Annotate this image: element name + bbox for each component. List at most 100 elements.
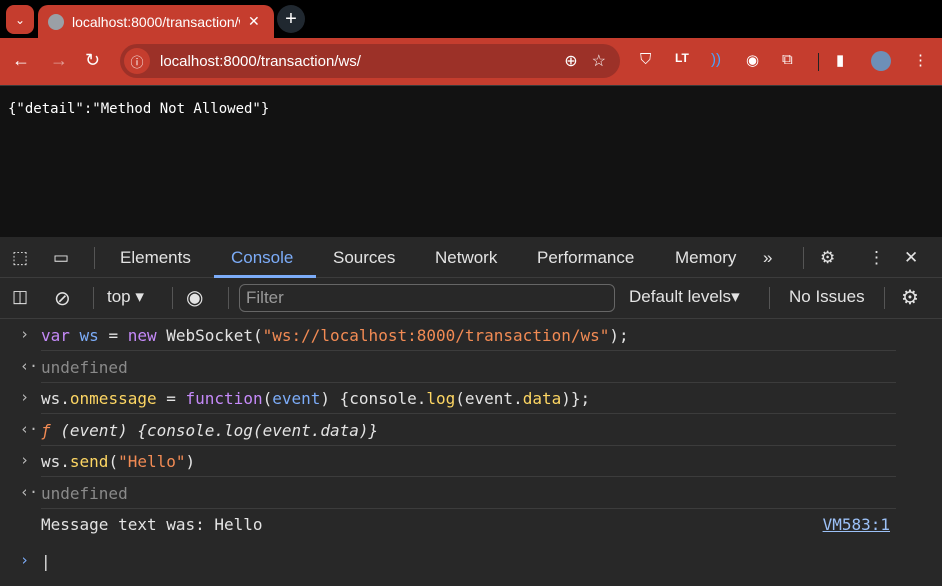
code-token: WebSocket(	[156, 326, 263, 345]
page-content: {"detail":"Method Not Allowed"}	[0, 87, 942, 237]
context-label: top	[107, 287, 131, 306]
code-token: var	[41, 326, 70, 345]
address-bar[interactable]: ⓘ localhost:8000/transaction/ws/ ⊕ ☆	[120, 44, 620, 78]
prompt-chevron-icon: ›	[20, 551, 30, 569]
live-expression-eye-icon[interactable]: ◉	[186, 285, 203, 310]
device-toolbar-icon[interactable]: ▭	[53, 248, 69, 268]
extensions-puzzle-icon[interactable]: ⧉	[782, 51, 793, 68]
tab-sources[interactable]: Sources	[333, 248, 395, 268]
input-chevron-icon: ›	[20, 388, 30, 406]
console-settings-gear-icon[interactable]: ⚙	[901, 285, 919, 310]
code-token: (event) {console.log(event.data)}	[50, 420, 379, 440]
more-options-icon[interactable]: ⋮	[868, 248, 885, 268]
tab-title: localhost:8000/transaction/ws/	[72, 13, 240, 30]
code-token: event	[272, 389, 321, 408]
inspect-element-icon[interactable]: ⬚	[12, 248, 28, 268]
result-arrow-icon: ‹·	[20, 356, 39, 375]
code-token: log	[426, 389, 456, 408]
console-text: var ws = new WebSocket("ws://localhost:8…	[41, 326, 629, 345]
console-result-row: ‹· undefined	[0, 478, 896, 509]
console-text: ws.send("Hello")	[41, 452, 195, 471]
code-token: undefined	[41, 357, 128, 377]
close-devtools-icon[interactable]: ✕	[904, 248, 918, 268]
console-result-row: ‹· undefined	[0, 352, 896, 383]
code-token: (	[262, 389, 273, 408]
code-token: ws.	[41, 389, 70, 408]
code-token: Message text was: Hello	[41, 515, 263, 534]
close-tab-icon[interactable]: ✕	[248, 13, 260, 30]
bookmark-star-icon[interactable]: ☆	[592, 51, 606, 71]
code-token: ) {console.	[320, 389, 427, 408]
menu-kebab-icon[interactable]: ⋮	[913, 51, 928, 69]
bitwarden-extension-icon[interactable]: ⛉	[640, 51, 651, 68]
code-token: onmessage	[69, 389, 157, 408]
code-token: undefined	[41, 483, 128, 503]
tab-performance[interactable]: Performance	[537, 248, 634, 268]
log-levels-label: Default levels	[629, 287, 732, 306]
side-panel-icon[interactable]: ▮	[836, 51, 844, 69]
tab-strip: ⌄ localhost:8000/transaction/ws/ ✕ +	[0, 0, 942, 38]
sidebar-toggle-icon[interactable]: ◫	[12, 287, 28, 307]
back-icon[interactable]: ←	[12, 50, 30, 71]
reload-icon[interactable]: ↻	[85, 50, 100, 71]
log-levels-dropdown[interactable]: Default levels▾	[629, 287, 740, 307]
more-tabs-icon[interactable]: »	[763, 248, 772, 268]
prompt-cursor: |	[41, 552, 51, 571]
console-result-row: ‹· ƒ (event) {console.log(event.data)}	[0, 415, 896, 446]
tab-memory[interactable]: Memory	[675, 248, 736, 268]
owl-extension-icon[interactable]: ◉	[746, 51, 759, 69]
tab-elements[interactable]: Elements	[120, 248, 191, 268]
clear-console-icon[interactable]: ⊘	[54, 286, 71, 311]
zoom-icon[interactable]: ⊕	[564, 51, 577, 71]
filter-input[interactable]: Filter	[239, 284, 615, 312]
code-token: "Hello"	[118, 452, 186, 471]
code-token: )	[185, 452, 196, 471]
code-token: function	[185, 389, 263, 408]
browser-tab[interactable]: localhost:8000/transaction/ws/ ✕	[38, 5, 274, 38]
console-input-row: › ws.send("Hello")	[0, 446, 896, 477]
url-text[interactable]: localhost:8000/transaction/ws/	[160, 53, 564, 70]
code-token: =	[156, 389, 186, 408]
console-toolbar: ◫ ⊘ top ▾ ◉ Filter Default levels▾ No Is…	[0, 278, 942, 319]
result-arrow-icon: ‹·	[20, 419, 39, 438]
source-link[interactable]: VM583:1	[823, 515, 890, 534]
settings-gear-icon[interactable]: ⚙	[820, 248, 835, 268]
issues-button[interactable]: No Issues	[789, 287, 865, 307]
console-input-row: › var ws = new WebSocket("ws://localhost:…	[0, 320, 896, 351]
forward-icon[interactable]: →	[50, 50, 68, 71]
response-json: {"detail":"Method Not Allowed"}	[8, 101, 270, 117]
code-token: );	[609, 326, 629, 345]
devtools-panel: ⬚ ▭ Elements Console Sources Network Per…	[0, 237, 942, 586]
devtools-tabbar: ⬚ ▭ Elements Console Sources Network Per…	[0, 237, 942, 278]
code-token: ƒ	[41, 420, 51, 440]
wifi-extension-icon[interactable]: ))	[711, 51, 721, 68]
context-selector[interactable]: top ▾	[107, 287, 144, 307]
globe-icon	[48, 13, 64, 30]
console-text: ƒ (event) {console.log(event.data)}	[41, 421, 378, 440]
tab-network[interactable]: Network	[435, 248, 497, 268]
console-input-row: › ws.onmessage = function(event) {console…	[0, 383, 896, 414]
site-info-icon[interactable]: ⓘ	[124, 48, 150, 74]
input-chevron-icon: ›	[20, 325, 30, 343]
tab-search-button[interactable]: ⌄	[6, 5, 34, 34]
browser-toolbar: ← → ↻ ⓘ localhost:8000/transaction/ws/ ⊕…	[0, 38, 942, 86]
code-token: ws	[79, 326, 99, 345]
languagetool-extension-icon[interactable]: LT	[675, 51, 689, 65]
console-prompt[interactable]: › |	[0, 546, 896, 577]
code-token: )};	[561, 389, 591, 408]
code-token: send	[69, 452, 109, 471]
console-text: undefined	[41, 484, 128, 503]
code-token: ws.	[41, 452, 70, 471]
code-token: (	[108, 452, 119, 471]
new-tab-button[interactable]: +	[277, 5, 305, 33]
input-chevron-icon: ›	[20, 451, 30, 469]
result-arrow-icon: ‹·	[20, 482, 39, 501]
code-token: =	[98, 326, 128, 345]
code-token: new	[127, 326, 157, 345]
code-token: "ws://localhost:8000/transaction/ws"	[262, 326, 610, 345]
console-log-row: Message text was: Hello VM583:1	[0, 509, 896, 540]
profile-avatar[interactable]	[871, 51, 891, 71]
tab-console[interactable]: Console	[231, 248, 293, 268]
console-text: ws.onmessage = function(event) {console.…	[41, 389, 590, 408]
